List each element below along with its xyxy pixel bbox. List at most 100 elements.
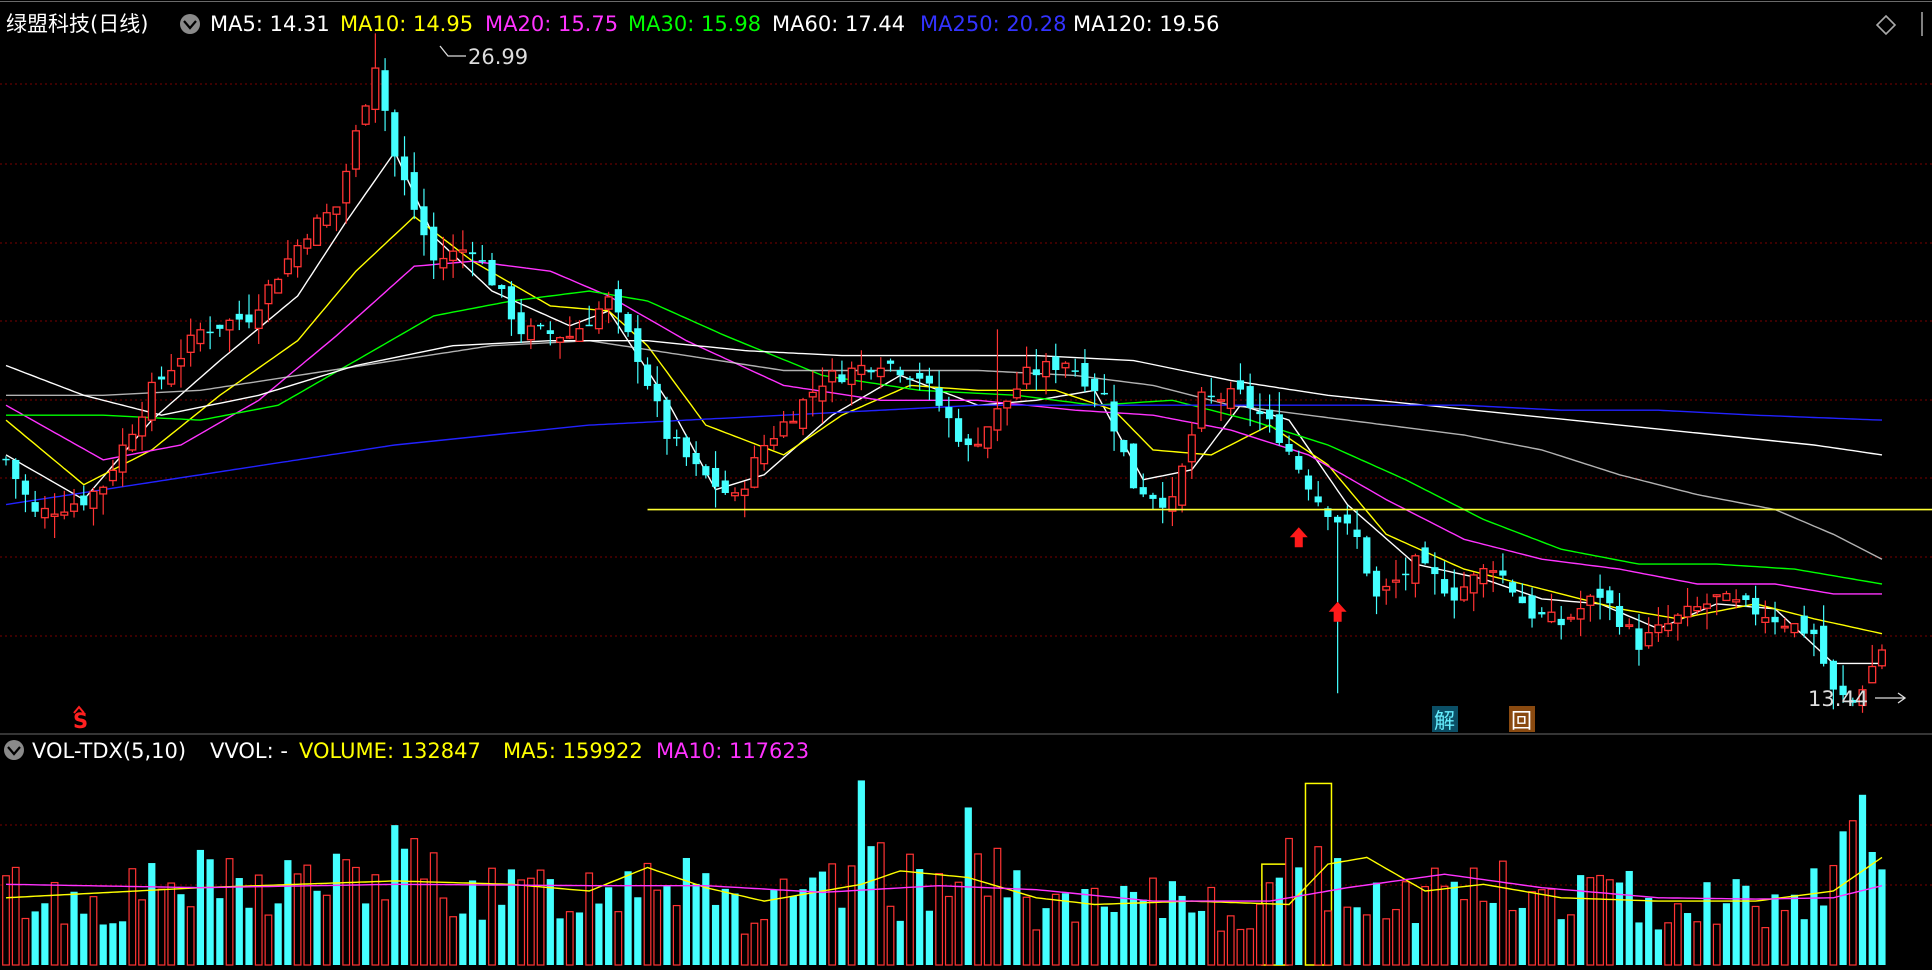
volume-bar-up: [1673, 903, 1682, 966]
candle-body-up: [50, 513, 59, 517]
candle-body-up: [1061, 362, 1070, 369]
legend-ma250: MA250: 20.28: [920, 12, 1066, 36]
volume-bar-up: [1664, 922, 1673, 966]
volume-bar-down: [235, 878, 243, 965]
candle-body-down: [1353, 529, 1361, 538]
volume-bar-up: [60, 923, 69, 966]
volume-bar-down: [799, 889, 807, 965]
volume-bar-down: [663, 885, 671, 965]
candle-body-up: [993, 408, 1002, 431]
candle-body-up: [303, 238, 312, 249]
candle-body-down: [1606, 590, 1614, 604]
candle-body-up: [1654, 624, 1663, 634]
volume-bar-up: [420, 878, 428, 966]
candle-body-up: [99, 486, 108, 495]
volume-bars: [2, 780, 1886, 966]
volume-bar-down: [245, 907, 253, 965]
vol-chevron-down-icon[interactable]: [4, 740, 24, 760]
candle-body-up: [264, 284, 273, 305]
candle-body-up: [575, 328, 584, 342]
volume-bar-down: [1557, 919, 1565, 965]
volume-bar-up: [1586, 877, 1595, 966]
volume-bar-down: [575, 912, 584, 965]
volume-bar-up: [536, 869, 545, 966]
volume-bar-down: [925, 910, 933, 965]
candle-body-down: [721, 480, 729, 494]
volume-bar-down: [31, 911, 39, 965]
volume-bar-down: [896, 920, 904, 965]
low-pointer: [1875, 692, 1907, 704]
volume-bar-up: [225, 858, 234, 966]
candle-body-up: [857, 364, 866, 376]
candle-body-up: [371, 67, 380, 111]
candle-body-up: [225, 319, 234, 331]
volume-bar-up: [876, 842, 885, 966]
candle-body-down: [430, 226, 438, 261]
candle-body-down: [1295, 456, 1303, 470]
volume-bar-down: [478, 919, 486, 965]
candle-body-down: [1052, 356, 1060, 371]
candle-body-up: [1566, 616, 1575, 620]
diamond-icon[interactable]: [1875, 14, 1897, 36]
volume-bar-up: [342, 859, 351, 966]
candle-body-down: [634, 328, 642, 362]
candle-body-down: [391, 112, 399, 157]
volume-bar-up: [89, 896, 98, 966]
candle-body-up: [322, 212, 331, 226]
candle-body-up: [283, 258, 292, 275]
volume-bar-down: [1334, 858, 1342, 965]
volume-bar-up: [993, 847, 1002, 966]
candle-body-up: [1693, 606, 1702, 612]
candle-body-up: [167, 369, 176, 385]
volume-bar-up: [371, 874, 380, 966]
candle-body-down: [1421, 547, 1429, 564]
volume-bar-up: [1528, 891, 1536, 966]
volume-bar-up: [1440, 885, 1449, 966]
volume-bar-down: [789, 896, 797, 965]
volume-bar-up: [1362, 914, 1371, 966]
candle-body-down: [692, 452, 700, 465]
candle-body-up: [147, 381, 156, 421]
candle-body-up: [138, 416, 147, 437]
volume-bar-down: [459, 913, 467, 965]
volume-bar-down: [1878, 869, 1886, 965]
volume-bar-up: [186, 906, 195, 966]
candle-body-down: [1509, 582, 1517, 593]
candle-body-down: [702, 466, 710, 476]
candle-body-down: [1440, 579, 1449, 594]
volume-bar-down: [1275, 877, 1283, 965]
chevron-down-icon[interactable]: [180, 14, 200, 34]
candle-body-down: [1596, 588, 1604, 598]
volume-bar-down: [1042, 908, 1050, 965]
buy-arrow-1: [1328, 601, 1347, 622]
candle-body-down: [1275, 414, 1283, 443]
candle-body-down: [1120, 440, 1128, 453]
volume-bar-down: [605, 887, 613, 965]
volume-bar-up: [1596, 874, 1604, 966]
candle-body-down: [585, 324, 593, 327]
volume-bar-down: [1577, 875, 1585, 965]
vol-ma5: MA5: 159922: [503, 739, 643, 763]
candle-body-down: [1071, 370, 1079, 372]
candle-body-down: [1032, 369, 1040, 376]
volume-bar-up: [429, 852, 438, 966]
volume-bar-down: [1703, 882, 1711, 965]
candle-body-down: [682, 437, 690, 458]
volume-bar-down: [1110, 911, 1118, 965]
volume-bar-down: [1518, 907, 1526, 965]
candle-body-up: [274, 278, 283, 294]
candle-body-up: [594, 308, 603, 330]
candle-body-up: [361, 105, 370, 125]
volume-bar-up: [954, 881, 963, 966]
candle-body-down: [80, 495, 88, 506]
volume-bar-up: [488, 867, 496, 966]
candle-body-up: [1868, 665, 1877, 684]
volume-bar-down: [1625, 870, 1633, 965]
volume-bar-up: [449, 916, 458, 966]
volume-bar-down: [1790, 894, 1799, 965]
volume-bar-up: [254, 874, 263, 966]
volume-bar-up: [2, 875, 10, 966]
legend-ma60: MA60: 17.44: [772, 12, 905, 36]
volume-bar-up: [935, 873, 944, 966]
candle-body-down: [935, 387, 943, 406]
